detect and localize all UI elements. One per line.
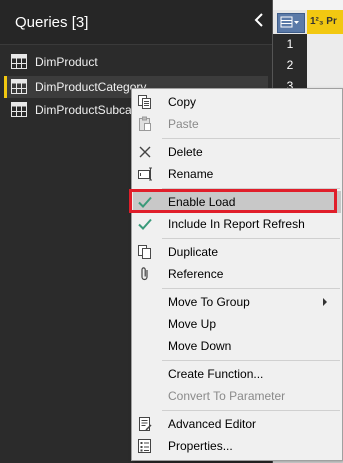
row-number: 1 xyxy=(273,34,307,55)
table-menu-icon xyxy=(280,16,299,28)
paste-icon xyxy=(139,116,151,131)
query-item-dimproduct[interactable]: DimProduct xyxy=(4,51,268,73)
properties-icon xyxy=(138,439,151,453)
menu-item-rename[interactable]: Rename xyxy=(133,163,341,185)
menu-item-move-to-group[interactable]: Move To Group xyxy=(133,291,341,313)
menu-separator xyxy=(162,360,340,361)
menu-item-copy[interactable]: Copy xyxy=(133,91,341,113)
table-icon xyxy=(11,79,27,94)
menu-item-label: Reference xyxy=(168,267,224,281)
menu-item-label: Delete xyxy=(168,145,203,159)
menu-item-paste[interactable]: Paste xyxy=(133,113,341,135)
row-number: 2 xyxy=(273,55,307,76)
column-type-label: 1²₃ xyxy=(310,16,324,27)
menu-item-reference[interactable]: Reference xyxy=(133,263,341,285)
menu-item-duplicate[interactable]: Duplicate xyxy=(133,241,341,263)
grid-header: 1²₃ Pr xyxy=(273,10,343,34)
menu-item-label: Move To Group xyxy=(168,295,250,309)
queries-pane-title: Queries [3] xyxy=(15,14,89,31)
menu-separator xyxy=(162,138,340,139)
menu-item-move-down[interactable]: Move Down xyxy=(133,335,341,357)
annotation-highlight-box xyxy=(129,189,337,213)
table-menu-button[interactable] xyxy=(277,13,305,33)
menu-separator xyxy=(162,238,340,239)
chevron-left-icon xyxy=(254,13,263,27)
menu-item-label: Properties... xyxy=(168,439,233,453)
advanced-editor-icon xyxy=(139,417,152,431)
grid-cell[interactable] xyxy=(307,34,343,56)
grid-cell[interactable] xyxy=(307,55,343,77)
menu-item-label: Convert To Parameter xyxy=(168,389,286,403)
menu-item-label: Move Down xyxy=(168,339,232,353)
menu-separator xyxy=(162,410,340,411)
menu-item-include-in-report-refresh[interactable]: Include In Report Refresh xyxy=(133,213,341,235)
menu-item-label: Duplicate xyxy=(168,245,219,259)
menu-item-label: Move Up xyxy=(168,317,217,331)
menu-item-move-up[interactable]: Move Up xyxy=(133,313,341,335)
column-header[interactable]: 1²₃ Pr xyxy=(307,10,343,34)
menu-item-delete[interactable]: Delete xyxy=(133,141,341,163)
menu-item-label: Paste xyxy=(168,117,199,131)
checkmark-icon xyxy=(138,218,152,230)
duplicate-icon xyxy=(138,245,151,259)
menu-item-properties[interactable]: Properties... xyxy=(133,435,341,457)
delete-x-icon xyxy=(139,146,151,158)
table-icon xyxy=(11,102,27,117)
menu-item-label: Include In Report Refresh xyxy=(168,217,305,231)
query-item-label: DimProduct xyxy=(35,55,98,69)
query-item-label: DimProductCategory xyxy=(35,80,147,94)
menu-item-label: Copy xyxy=(168,95,197,109)
copy-icon xyxy=(138,95,151,109)
menu-item-label: Rename xyxy=(168,167,214,181)
menu-item-convert-to-parameter[interactable]: Convert To Parameter xyxy=(133,385,341,407)
column-header-label: Pr xyxy=(326,16,337,27)
collapse-pane-button[interactable] xyxy=(250,12,268,32)
table-icon xyxy=(11,54,27,69)
menu-item-label: Create Function... xyxy=(168,367,264,381)
queries-pane-header: Queries [3] xyxy=(0,0,272,45)
submenu-arrow-icon xyxy=(323,298,327,306)
context-menu: Copy Paste Delete Rename Enable Load Inc… xyxy=(131,88,343,461)
menu-item-label: Advanced Editor xyxy=(168,417,257,431)
reference-paperclip-icon xyxy=(141,267,148,281)
rename-icon xyxy=(138,167,152,181)
menu-item-advanced-editor[interactable]: Advanced Editor xyxy=(133,413,341,435)
menu-separator xyxy=(162,288,340,289)
menu-item-create-function[interactable]: Create Function... xyxy=(133,363,341,385)
